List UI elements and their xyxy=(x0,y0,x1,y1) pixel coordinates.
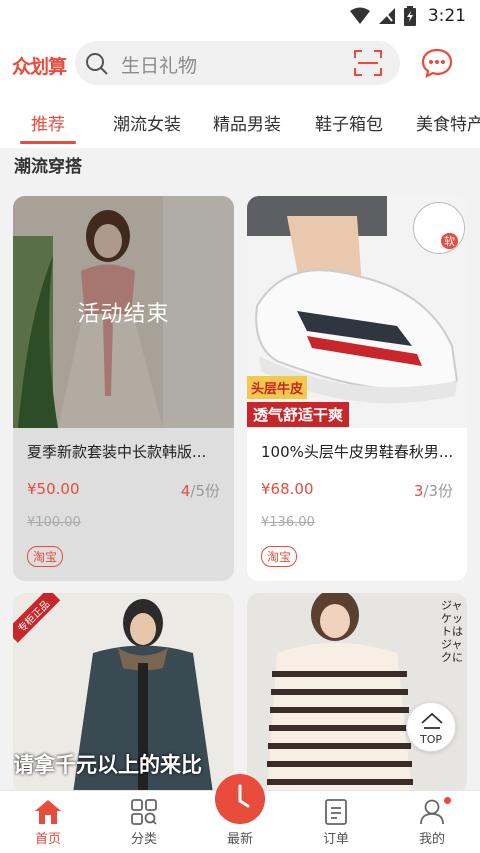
header: 众划算 生日礼物 xyxy=(0,34,480,94)
product-image: ジャケットはジャクに xyxy=(247,593,467,793)
activity-ended-overlay: 活动结束 xyxy=(13,196,234,428)
latest-center-button[interactable] xyxy=(215,774,265,824)
product-price: ¥50.00 xyxy=(27,480,80,498)
tab-recommend[interactable]: 推荐 xyxy=(31,110,65,135)
product-stock: 4/5份 xyxy=(181,480,220,501)
message-icon[interactable] xyxy=(422,48,452,78)
product-original-price: ¥136.00 xyxy=(261,515,315,530)
image-caption: 透气舒适干爽 xyxy=(247,402,350,427)
soft-badge: 软 xyxy=(413,202,465,254)
wifi-icon xyxy=(349,7,370,24)
status-time: 3:21 xyxy=(427,6,466,26)
product-card[interactable]: 专柜正品 请拿千元以上的来比 xyxy=(13,593,234,793)
product-title: 100%头层牛皮男鞋春秋男... xyxy=(261,443,454,461)
order-icon xyxy=(325,799,347,825)
nav-latest-label: 最新 xyxy=(226,832,253,847)
nav-category[interactable]: 分类 xyxy=(96,791,192,853)
stock-total: /3份 xyxy=(423,482,453,500)
platform-tag: 淘宝 xyxy=(27,546,64,567)
tab-women[interactable]: 潮流女装 xyxy=(113,110,181,135)
product-original-price: ¥100.00 xyxy=(27,515,81,530)
image-caption: 头层牛皮 xyxy=(247,376,308,399)
nav-mine-label: 我的 xyxy=(418,832,445,847)
user-icon xyxy=(420,799,444,825)
stock-total: /5份 xyxy=(190,482,220,500)
product-image: 专柜正品 请拿千元以上的来比 xyxy=(13,593,234,793)
top-label: TOP xyxy=(419,733,442,746)
product-card[interactable]: 软 头层牛皮 透气舒适干爽 100%头层牛皮男鞋春秋男... ¥68.00 3/… xyxy=(247,196,467,581)
app-logo: 众划算 xyxy=(12,56,67,78)
image-vertical-text: ジャケットはジャクに xyxy=(441,599,463,664)
nav-home[interactable]: 首页 xyxy=(0,791,96,853)
search-icon xyxy=(86,53,108,75)
nav-home-label: 首页 xyxy=(34,832,61,847)
category-icon xyxy=(131,799,157,825)
scan-icon[interactable] xyxy=(354,50,382,76)
nav-orders[interactable]: 订单 xyxy=(288,791,384,853)
clock-icon xyxy=(238,784,250,808)
tab-men[interactable]: 精品男装 xyxy=(213,110,281,135)
product-image: 软 头层牛皮 透气舒适干爽 xyxy=(247,196,467,428)
product-price: ¥68.00 xyxy=(261,480,314,498)
section-title: 潮流穿搭 xyxy=(14,157,82,177)
product-stock: 3/3份 xyxy=(414,480,453,501)
battery-icon xyxy=(403,6,416,26)
tab-food[interactable]: 美食特产 xyxy=(416,110,480,135)
nav-orders-label: 订单 xyxy=(322,832,349,847)
status-bar: 3:21 xyxy=(0,0,480,34)
arrow-up-icon xyxy=(421,712,443,729)
nav-category-label: 分类 xyxy=(130,832,157,847)
status-icons: 3:21 xyxy=(349,6,466,26)
category-tabs: 推荐 潮流女装 精品男装 鞋子箱包 美食特产 xyxy=(0,94,480,148)
signal-icon xyxy=(378,8,395,24)
tab-active-indicator xyxy=(20,141,76,144)
search-placeholder: 生日礼物 xyxy=(121,55,198,77)
nav-mine[interactable]: 我的 xyxy=(384,791,480,853)
home-icon xyxy=(35,800,61,824)
stock-current: 4 xyxy=(180,482,191,500)
search-input[interactable]: 生日礼物 xyxy=(75,41,400,85)
product-title: 夏季新款套装中长款韩版... xyxy=(27,443,207,461)
back-to-top-button[interactable]: TOP xyxy=(406,702,456,752)
product-card[interactable]: ジャケットはジャクに xyxy=(247,593,467,793)
tab-shoes-bags[interactable]: 鞋子箱包 xyxy=(315,110,383,135)
platform-tag: 淘宝 xyxy=(261,546,298,567)
image-caption: 请拿千元以上的来比 xyxy=(13,753,202,777)
notification-dot xyxy=(444,797,451,804)
stock-current: 3 xyxy=(413,482,424,500)
product-card[interactable]: 活动结束 夏季新款套装中长款韩版... ¥50.00 4/5份 ¥100.00 … xyxy=(13,196,234,581)
